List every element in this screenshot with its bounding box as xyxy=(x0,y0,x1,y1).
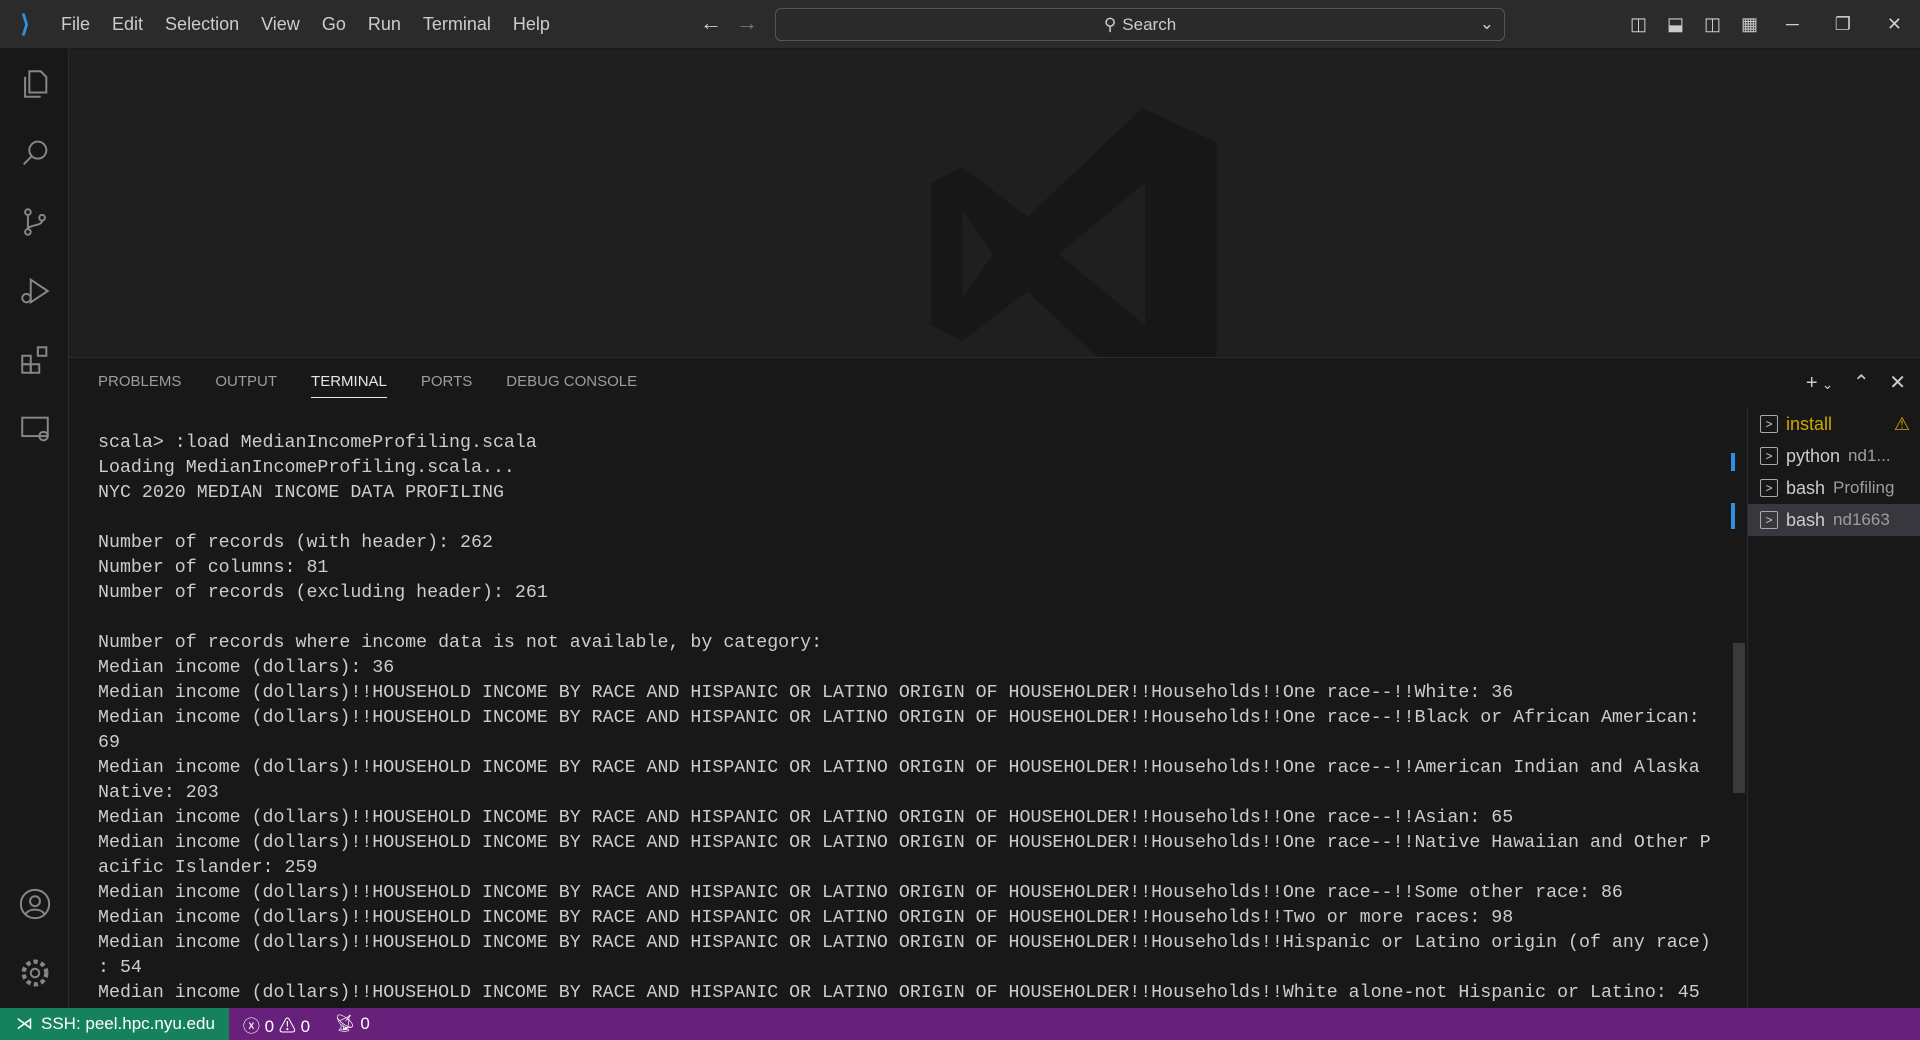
terminal-line: Median income (dollars)!!HOUSEHOLD INCOM… xyxy=(98,808,1514,828)
broadcast-icon: 📡︎ xyxy=(334,1014,356,1033)
explorer-icon[interactable] xyxy=(0,49,69,118)
terminal-line: Number of records where income data is n… xyxy=(98,633,823,653)
menu-selection[interactable]: Selection xyxy=(154,14,250,34)
warning-icon: ⚠ xyxy=(278,1016,296,1036)
activity-bar xyxy=(0,49,69,1008)
terminal-line: Median income (dollars)!!HOUSEHOLD INCOM… xyxy=(98,933,1711,953)
toggle-panel-icon[interactable]: ⬓ xyxy=(1657,14,1694,35)
restore-button[interactable]: ❐ xyxy=(1817,14,1869,35)
terminal-line: Median income (dollars): 36 xyxy=(98,658,395,678)
close-panel-icon[interactable]: ✕ xyxy=(1889,372,1906,394)
search-icon[interactable] xyxy=(0,118,69,187)
terminal-item-install[interactable]: > install ⚠ xyxy=(1748,408,1920,440)
terminal-line: Median income (dollars)!!HOUSEHOLD INCOM… xyxy=(98,983,1700,1003)
scroll-marker xyxy=(1731,453,1735,471)
menu-go[interactable]: Go xyxy=(311,14,357,34)
terminal-output[interactable]: scala> :load MedianIncomeProfiling.scala… xyxy=(98,431,1711,1006)
source-control-icon[interactable] xyxy=(0,187,69,256)
terminal-line: Number of columns: 81 xyxy=(98,558,329,578)
tab-terminal[interactable]: TERMINAL xyxy=(311,373,387,398)
terminal-line: Native: 203 xyxy=(98,783,219,803)
terminal-icon: > xyxy=(1760,511,1778,529)
terminal-icon: > xyxy=(1760,447,1778,465)
menu-terminal[interactable]: Terminal xyxy=(412,14,502,34)
terminal-line: Median income (dollars)!!HOUSEHOLD INCOM… xyxy=(98,908,1514,928)
chevron-down-icon[interactable]: ⌄ xyxy=(1480,14,1494,34)
terminal-line: Median income (dollars)!!HOUSEHOLD INCOM… xyxy=(98,833,1711,853)
problems-status[interactable]: ⓧ 0 ⚠ 0 xyxy=(243,1012,310,1037)
tab-problems[interactable]: PROBLEMS xyxy=(98,373,181,398)
terminal-scrollbar[interactable] xyxy=(1733,643,1745,793)
warning-icon: ⚠ xyxy=(1893,413,1910,434)
ports-status[interactable]: 📡︎ 0 xyxy=(334,1014,370,1034)
editor-area xyxy=(69,49,1920,400)
terminal-item-bash-nd1663[interactable]: > bash nd1663 xyxy=(1748,504,1920,536)
extensions-icon[interactable] xyxy=(0,325,69,394)
terminal-item-bash-profiling[interactable]: > bash Profiling xyxy=(1748,472,1920,504)
menu-view[interactable]: View xyxy=(250,14,311,34)
terminal-line: Loading MedianIncomeProfiling.scala... xyxy=(98,458,515,478)
scroll-marker xyxy=(1731,503,1735,529)
tab-ports[interactable]: PORTS xyxy=(421,373,472,398)
terminal-icon: > xyxy=(1760,479,1778,497)
toggle-secondary-sidebar-icon[interactable]: ◫ xyxy=(1694,14,1731,35)
menu-help[interactable]: Help xyxy=(502,14,561,34)
forward-arrow-icon[interactable]: → xyxy=(736,10,758,35)
toggle-sidebar-icon[interactable]: ◫ xyxy=(1620,14,1657,35)
terminal-line: Number of records (with header): 262 xyxy=(98,533,493,553)
terminal-line: Median income (dollars)!!HOUSEHOLD INCOM… xyxy=(98,683,1514,703)
back-arrow-icon[interactable]: ← xyxy=(700,10,722,35)
command-center-search[interactable]: ⚲ Search ⌄ xyxy=(775,8,1505,41)
status-bar: ⋊ SSH: peel.hpc.nyu.edu ⓧ 0 ⚠ 0 📡︎ 0 xyxy=(0,1008,1920,1040)
terminal-list: > install ⚠ > python nd1... > bash Profiling >… xyxy=(1747,408,1920,1009)
menu-file[interactable]: File xyxy=(50,14,101,34)
menu-bar: File Edit Selection View Go Run Terminal Help xyxy=(50,14,561,35)
minimize-button[interactable]: ─ xyxy=(1768,14,1817,35)
terminal-line: 69 xyxy=(98,733,120,753)
panel: PROBLEMS OUTPUT TERMINAL PORTS DEBUG CON… xyxy=(69,357,1920,1009)
terminal-line: Number of records (excluding header): 26… xyxy=(98,583,548,603)
terminal-line: : 54 xyxy=(98,958,142,978)
menu-edit[interactable]: Edit xyxy=(101,14,154,34)
customize-layout-icon[interactable]: ▦ xyxy=(1731,14,1768,35)
terminal-icon: > xyxy=(1760,415,1778,433)
tab-debug-console[interactable]: DEBUG CONSOLE xyxy=(506,373,637,398)
settings-gear-icon[interactable] xyxy=(0,938,69,1007)
terminal-line: Median income (dollars)!!HOUSEHOLD INCOM… xyxy=(98,883,1623,903)
title-bar: ⟩ File Edit Selection View Go Run Terminal Help… xyxy=(0,0,1920,49)
remote-explorer-icon[interactable] xyxy=(0,394,69,463)
terminal-line: NYC 2020 MEDIAN INCOME DATA PROFILING xyxy=(98,483,504,503)
terminal-item-python[interactable]: > python nd1... xyxy=(1748,440,1920,472)
new-terminal-plus-icon[interactable]: + xyxy=(1806,372,1818,394)
terminal-line: acific Islander: 259 xyxy=(98,858,318,878)
terminal-line: Median income (dollars)!!HOUSEHOLD INCOM… xyxy=(98,708,1700,728)
close-window-button[interactable]: ✕ xyxy=(1869,14,1920,35)
accounts-icon[interactable] xyxy=(0,869,69,938)
remote-icon: ⋊ xyxy=(16,1014,33,1033)
terminal-line: scala> :load MedianIncomeProfiling.scala xyxy=(98,433,537,453)
search-icon: ⚲ xyxy=(1103,14,1117,34)
terminal-line: Median income (dollars)!!HOUSEHOLD INCOM… xyxy=(98,758,1700,778)
run-debug-icon[interactable] xyxy=(0,256,69,325)
maximize-panel-chevron-up-icon[interactable]: ⌃ xyxy=(1853,372,1870,394)
tab-output[interactable]: OUTPUT xyxy=(215,373,277,398)
chevron-down-icon[interactable]: ⌄ xyxy=(1822,376,1834,392)
error-icon: ⓧ xyxy=(242,1016,260,1036)
menu-run[interactable]: Run xyxy=(357,14,412,34)
vscode-logo-icon: ⟩ xyxy=(20,10,30,38)
search-label: Search xyxy=(1122,14,1177,34)
remote-indicator[interactable]: ⋊ SSH: peel.hpc.nyu.edu xyxy=(0,1008,229,1040)
